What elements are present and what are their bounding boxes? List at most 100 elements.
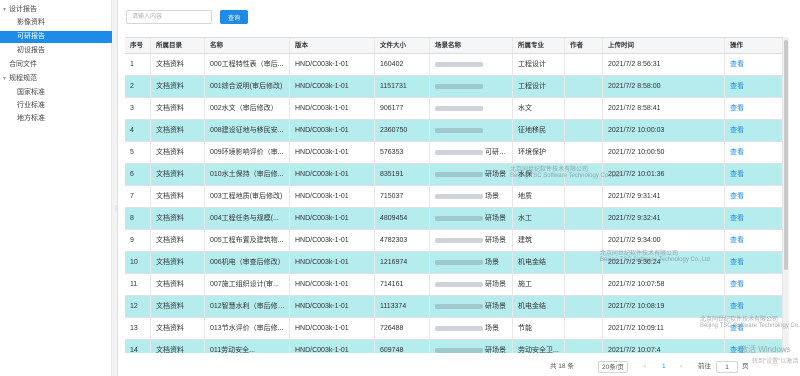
sidebar-item[interactable]: ▾ 设计报告 (0, 4, 112, 16)
table-row[interactable]: 14 文档资料 011劳动安全... HND/C003k-1-01 609748 研场景 劳… (125, 340, 783, 353)
goto-page-input[interactable]: 1 (716, 361, 738, 373)
table-row[interactable]: 8 文档资料 004工程任务与规模(... HND/C003k-1-01 4809454… (125, 208, 783, 230)
view-link[interactable]: 查看 (725, 274, 783, 295)
table-scrollbar-thumb[interactable] (784, 40, 788, 270)
cell-no: 11 (125, 274, 151, 295)
search-button[interactable]: 查询 (220, 10, 248, 24)
column-header: 名称 (205, 38, 290, 53)
sidebar-item[interactable]: 合同文件 (0, 59, 112, 71)
scene-name-cell (430, 98, 513, 119)
table-row[interactable]: 1 文档资料 000工程特性表（审后... HND/C003k-1-01 160402 工… (125, 54, 783, 76)
scene-name-cell (430, 76, 513, 97)
cell-no: 12 (125, 296, 151, 317)
table-row[interactable]: 13 文档资料 013节水评价（审后修... HND/C003k-1-01 726488… (125, 318, 783, 340)
sidebar-item-label: 影像资料 (17, 19, 45, 26)
cell-no: 8 (125, 208, 151, 229)
cell-size: 1216974 (375, 252, 430, 273)
cell-no: 3 (125, 98, 151, 119)
cell-ver: HND/C003k-1-01 (290, 274, 375, 295)
redacted-text (435, 347, 483, 353)
view-link[interactable]: 查看 (725, 164, 783, 185)
cell-no: 5 (125, 142, 151, 163)
watermark-company: 北京同世纪软件技术有限公司 Beijing TSC Software Techno… (510, 167, 620, 179)
table-row[interactable]: 6 文档资料 010水土保持（审后修... HND/C003k-1-01 835191 研… (125, 164, 783, 186)
main-panel: 查询 序号所属目录名称版本文件大小场景名称所属专业作者上传时间操作 1文档资料0… (118, 0, 800, 376)
cell-size: 4809454 (375, 208, 430, 229)
cell-major: 水文 (513, 98, 565, 119)
cell-author (565, 142, 603, 163)
collapse-handle-icon[interactable]: ⋮ (113, 204, 119, 214)
cell-size: 609748 (375, 340, 430, 353)
watermark-company: 北京同世纪软件技术有限公司 Beijing TSC Software Techno… (700, 317, 800, 329)
table-row[interactable]: 2 文档资料 001综合说明(审后修改) HND/C003k-1-01 1151731 工… (125, 76, 783, 98)
scene-name-text: 场景 (485, 325, 499, 332)
cell-author (565, 252, 603, 273)
sidebar-item-label: 初设报告 (17, 47, 45, 54)
scene-name-cell: 场景 (430, 252, 513, 273)
scene-name-cell: 研场景 (430, 164, 513, 185)
view-link[interactable]: 查看 (725, 98, 783, 119)
cell-name: 001综合说明(审后修改) (205, 76, 290, 97)
sidebar-item-label: 可研报告 (17, 33, 45, 40)
cell-name: 011劳动安全... (205, 340, 290, 353)
view-link[interactable]: 查看 (725, 54, 783, 75)
cell-size: 714161 (375, 274, 430, 295)
sidebar-item[interactable]: 初设报告 (0, 45, 112, 57)
cell-ver: HND/C003k-1-01 (290, 164, 375, 185)
redacted-text (435, 303, 483, 309)
scene-name-text: 研场景 (485, 303, 506, 310)
cell-name: 002水文（审后修改） (205, 98, 290, 119)
cell-ver: HND/C003k-1-01 (290, 340, 375, 353)
cell-no: 2 (125, 76, 151, 97)
sidebar-item[interactable]: 可研报告 (0, 31, 112, 43)
cell-major: 建筑 (513, 230, 565, 251)
cell-author (565, 274, 603, 295)
table-row[interactable]: 4 文档资料 008建设征地与移民安... HND/C003k-1-01 2360750… (125, 120, 783, 142)
cell-ver: HND/C003k-1-01 (290, 230, 375, 251)
cell-time: 2021/7/2 10:00:50 (603, 142, 725, 163)
cell-major: 工程设计 (513, 54, 565, 75)
sidebar-item[interactable]: 国家标准 (0, 87, 112, 99)
cell-ver: HND/C003k-1-01 (290, 252, 375, 273)
table-row[interactable]: 3 文档资料 002水文（审后修改） HND/C003k-1-01 906177 水文 20… (125, 98, 783, 120)
cell-name: 004工程任务与规模(... (205, 208, 290, 229)
page-number-1[interactable]: 1 (662, 361, 666, 373)
view-link[interactable]: 查看 (725, 252, 783, 273)
sidebar-item[interactable]: 影像资料 (0, 17, 112, 29)
page-size-select[interactable]: 20条/页 (598, 361, 629, 373)
watermark-company: 北京同世纪软件技术有限公司 Beijing TSC Software Techno… (600, 251, 710, 263)
column-header: 操作 (725, 38, 783, 53)
view-link[interactable]: 查看 (725, 186, 783, 207)
view-link[interactable]: 查看 (725, 76, 783, 97)
expand-caret-icon[interactable]: ▾ (3, 4, 6, 16)
cell-ver: HND/C003k-1-01 (290, 142, 375, 163)
cell-major: 机电金结 (513, 296, 565, 317)
cell-name: 010水土保持（审后修... (205, 164, 290, 185)
cell-dir: 文档资料 (151, 98, 205, 119)
cell-major: 劳动安全卫... (513, 340, 565, 353)
cell-no: 1 (125, 54, 151, 75)
sidebar-item[interactable]: ▾ 规程规范 (0, 73, 112, 85)
table-row[interactable]: 5 文档资料 009环境影响评价（审... HND/C003k-1-01 576353 可… (125, 142, 783, 164)
search-input[interactable] (126, 10, 212, 24)
cell-no: 14 (125, 340, 151, 353)
table-row[interactable]: 11 文档资料 007施工组织设计(审... HND/C003k-1-01 714161… (125, 274, 783, 296)
file-table: 序号 所属目录 名称 版本 文件大小 场景名称 所属专业 作者 上传时间 操作 1 文档资料 000工… (125, 37, 783, 353)
table-row[interactable]: 7 文档资料 003工程地质(审后修改) HND/C003k-1-01 715037 场景… (125, 186, 783, 208)
view-link[interactable]: 查看 (725, 120, 783, 141)
cell-author (565, 54, 603, 75)
next-page-button[interactable]: › (680, 361, 682, 373)
activate-windows-notice: 激活 Windows (740, 345, 791, 354)
view-link[interactable]: 查看 (725, 208, 783, 229)
column-header: 所属目录 (151, 38, 205, 53)
view-link[interactable]: 查看 (725, 142, 783, 163)
expand-caret-icon[interactable]: ▾ (3, 73, 6, 85)
view-link[interactable]: 查看 (725, 230, 783, 251)
prev-page-button[interactable]: ‹ (644, 361, 646, 373)
activate-windows-hint: 转到"设置"以激活 Windows。 (752, 359, 800, 365)
sidebar-item[interactable]: 地方标准 (0, 113, 112, 125)
sidebar-item[interactable]: 行业标准 (0, 100, 112, 112)
cell-size: 2360750 (375, 120, 430, 141)
table-row[interactable]: 12 文档资料 012智慧水利（审后修改） HND/C003k-1-01 1113374… (125, 296, 783, 318)
cell-major: 水工 (513, 208, 565, 229)
